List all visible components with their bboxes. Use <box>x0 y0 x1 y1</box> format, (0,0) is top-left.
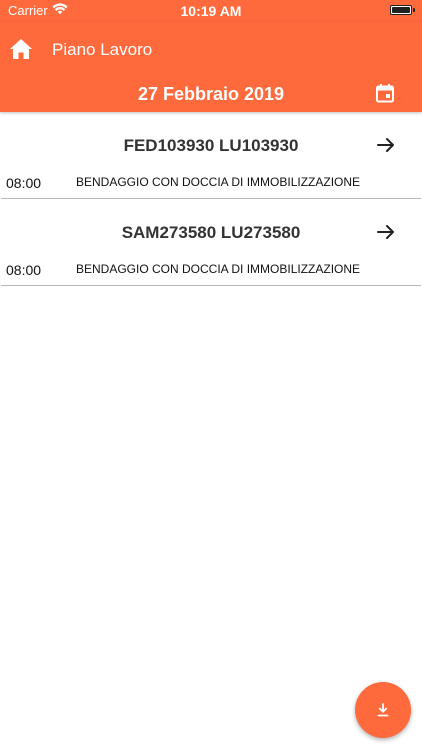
item-description: BENDAGGIO CON DOCCIA DI IMMOBILIZZAZIONE <box>76 262 361 276</box>
status-time: 10:19 AM <box>180 3 242 19</box>
download-button[interactable] <box>355 682 411 738</box>
item-time: 08:00 <box>6 262 42 278</box>
item-description: BENDAGGIO CON DOCCIA DI IMMOBILIZZAZIONE <box>76 175 361 189</box>
list-item[interactable]: SAM273580 LU273580 08:00 BENDAGGIO CON D… <box>1 199 421 286</box>
list-item[interactable]: FED103930 LU103930 08:00 BENDAGGIO CON D… <box>1 112 421 199</box>
battery-icon <box>390 5 415 15</box>
selected-date: 27 Febbraio 2019 <box>137 84 285 104</box>
arrow-right-icon <box>377 138 394 152</box>
calendar-button[interactable] <box>374 82 396 104</box>
status-bar: Carrier 10:19 AM <box>0 0 422 22</box>
item-time: 08:00 <box>6 175 42 191</box>
open-item-button[interactable] <box>375 221 397 243</box>
download-icon <box>377 703 389 717</box>
arrow-right-icon <box>377 225 394 239</box>
item-code: SAM273580 LU273580 <box>121 223 301 242</box>
app-header: Piano Lavoro 27 Febbraio 2019 <box>0 22 422 112</box>
home-button[interactable] <box>8 36 34 62</box>
home-icon <box>10 39 32 59</box>
calendar-icon <box>376 84 394 103</box>
page-title: Piano Lavoro <box>52 40 153 59</box>
work-list: FED103930 LU103930 08:00 BENDAGGIO CON D… <box>0 112 422 286</box>
open-item-button[interactable] <box>375 134 397 156</box>
item-code: FED103930 LU103930 <box>123 136 299 155</box>
